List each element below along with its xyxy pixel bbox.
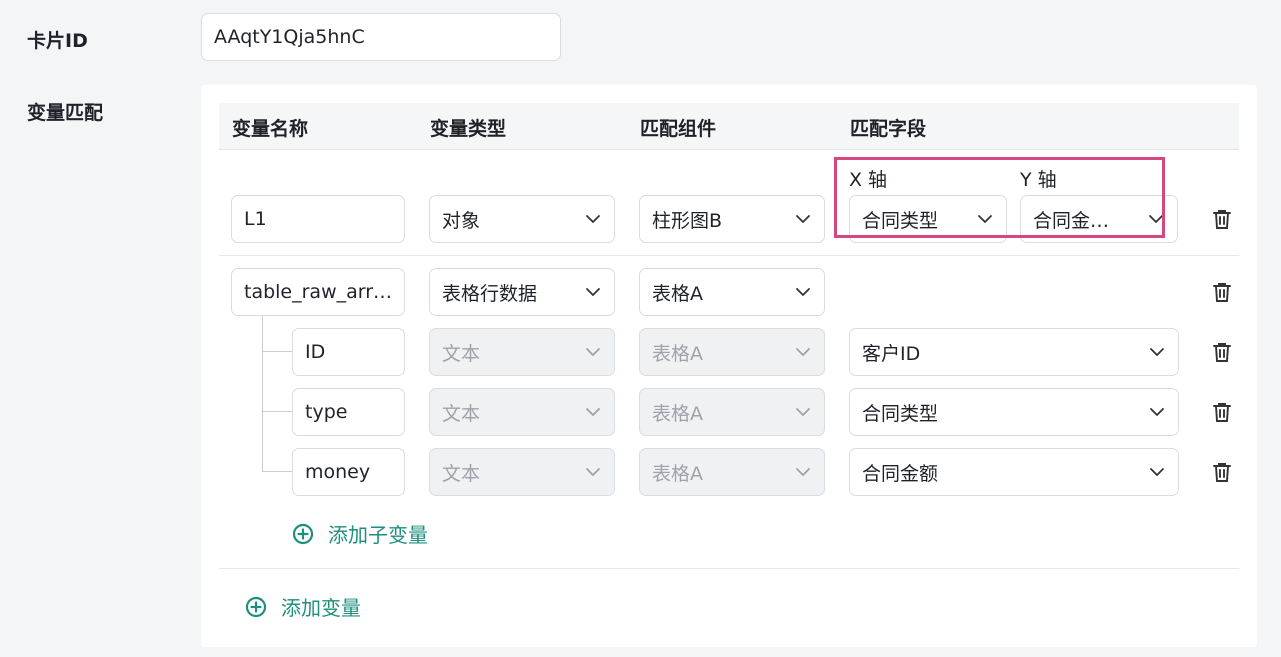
plus-circle-icon: [245, 596, 267, 617]
match-component-select[interactable]: 表格A: [639, 268, 825, 316]
tree-connector: [262, 351, 292, 352]
variable-type-select[interactable]: 对象: [429, 195, 615, 243]
match-component-value: 柱形图B: [652, 209, 723, 232]
row-divider: [219, 255, 1239, 256]
child-match-component-value: 表格A: [652, 462, 703, 485]
variable-mapping-page: 卡片ID AAqtY1Qja5hnC 变量匹配 变量名称 变量类型 匹配组件 匹…: [0, 0, 1281, 657]
chevron-down-icon: [796, 215, 810, 223]
chevron-down-icon: [796, 408, 810, 416]
child-match-field-value: 合同金额: [862, 462, 939, 485]
child-variable-name-input[interactable]: money: [292, 448, 405, 496]
variable-type-value: 表格行数据: [442, 282, 538, 305]
child-match-field-value: 客户ID: [862, 342, 921, 365]
card-id-label: 卡片ID: [27, 30, 88, 52]
axis-fields-highlight: [834, 157, 1165, 238]
chevron-down-icon: [1150, 348, 1164, 356]
section-divider: [219, 568, 1239, 569]
match-component-select[interactable]: 柱形图B: [639, 195, 825, 243]
child-variable-name-input[interactable]: ID: [292, 328, 405, 376]
variable-mapping-label: 变量匹配: [27, 102, 104, 124]
child-match-component-select: 表格A: [639, 388, 825, 436]
header-variable-type: 变量类型: [430, 118, 507, 140]
trash-icon[interactable]: [1210, 460, 1234, 484]
chevron-down-icon: [796, 288, 810, 296]
child-match-field-select[interactable]: 客户ID: [849, 328, 1179, 376]
child-variable-type-value: 文本: [442, 342, 481, 365]
variable-type-select[interactable]: 表格行数据: [429, 268, 615, 316]
trash-icon[interactable]: [1210, 207, 1234, 231]
child-variable-type-select: 文本: [429, 388, 615, 436]
child-match-component-value: 表格A: [652, 402, 703, 425]
child-match-field-value: 合同类型: [862, 402, 939, 425]
child-variable-type-select: 文本: [429, 328, 615, 376]
chevron-down-icon: [586, 348, 600, 356]
child-variable-type-value: 文本: [442, 462, 481, 485]
child-match-component-select: 表格A: [639, 328, 825, 376]
trash-icon[interactable]: [1210, 280, 1234, 304]
child-variable-name-input[interactable]: type: [292, 388, 405, 436]
table-header: [219, 103, 1239, 150]
trash-icon[interactable]: [1210, 340, 1234, 364]
header-match-component: 匹配组件: [640, 118, 717, 140]
child-match-field-select[interactable]: 合同类型: [849, 388, 1179, 436]
tree-connector: [262, 411, 292, 412]
chevron-down-icon: [586, 468, 600, 476]
add-variable-label: 添加变量: [281, 596, 361, 620]
chevron-down-icon: [586, 408, 600, 416]
plus-circle-icon: [292, 523, 314, 544]
variable-type-value: 对象: [442, 209, 481, 232]
chevron-down-icon: [1150, 408, 1164, 416]
add-child-variable-button[interactable]: 添加子变量: [292, 519, 428, 548]
header-variable-name: 变量名称: [232, 118, 309, 140]
match-component-value: 表格A: [652, 282, 703, 305]
child-match-field-select[interactable]: 合同金额: [849, 448, 1179, 496]
chevron-down-icon: [1150, 468, 1164, 476]
add-child-variable-label: 添加子变量: [328, 523, 428, 547]
child-variable-type-select: 文本: [429, 448, 615, 496]
card-id-input[interactable]: AAqtY1Qja5hnC: [201, 13, 561, 61]
chevron-down-icon: [586, 288, 600, 296]
trash-icon[interactable]: [1210, 400, 1234, 424]
add-variable-button[interactable]: 添加变量: [245, 592, 361, 621]
chevron-down-icon: [586, 215, 600, 223]
chevron-down-icon: [796, 348, 810, 356]
chevron-down-icon: [796, 468, 810, 476]
child-match-component-value: 表格A: [652, 342, 703, 365]
child-match-component-select: 表格A: [639, 448, 825, 496]
tree-connector: [262, 316, 263, 471]
variable-name-input[interactable]: L1: [231, 195, 405, 243]
header-match-field: 匹配字段: [850, 118, 927, 140]
child-variable-type-value: 文本: [442, 402, 481, 425]
variable-name-input[interactable]: table_raw_arr…: [231, 268, 405, 316]
tree-connector: [262, 471, 292, 472]
